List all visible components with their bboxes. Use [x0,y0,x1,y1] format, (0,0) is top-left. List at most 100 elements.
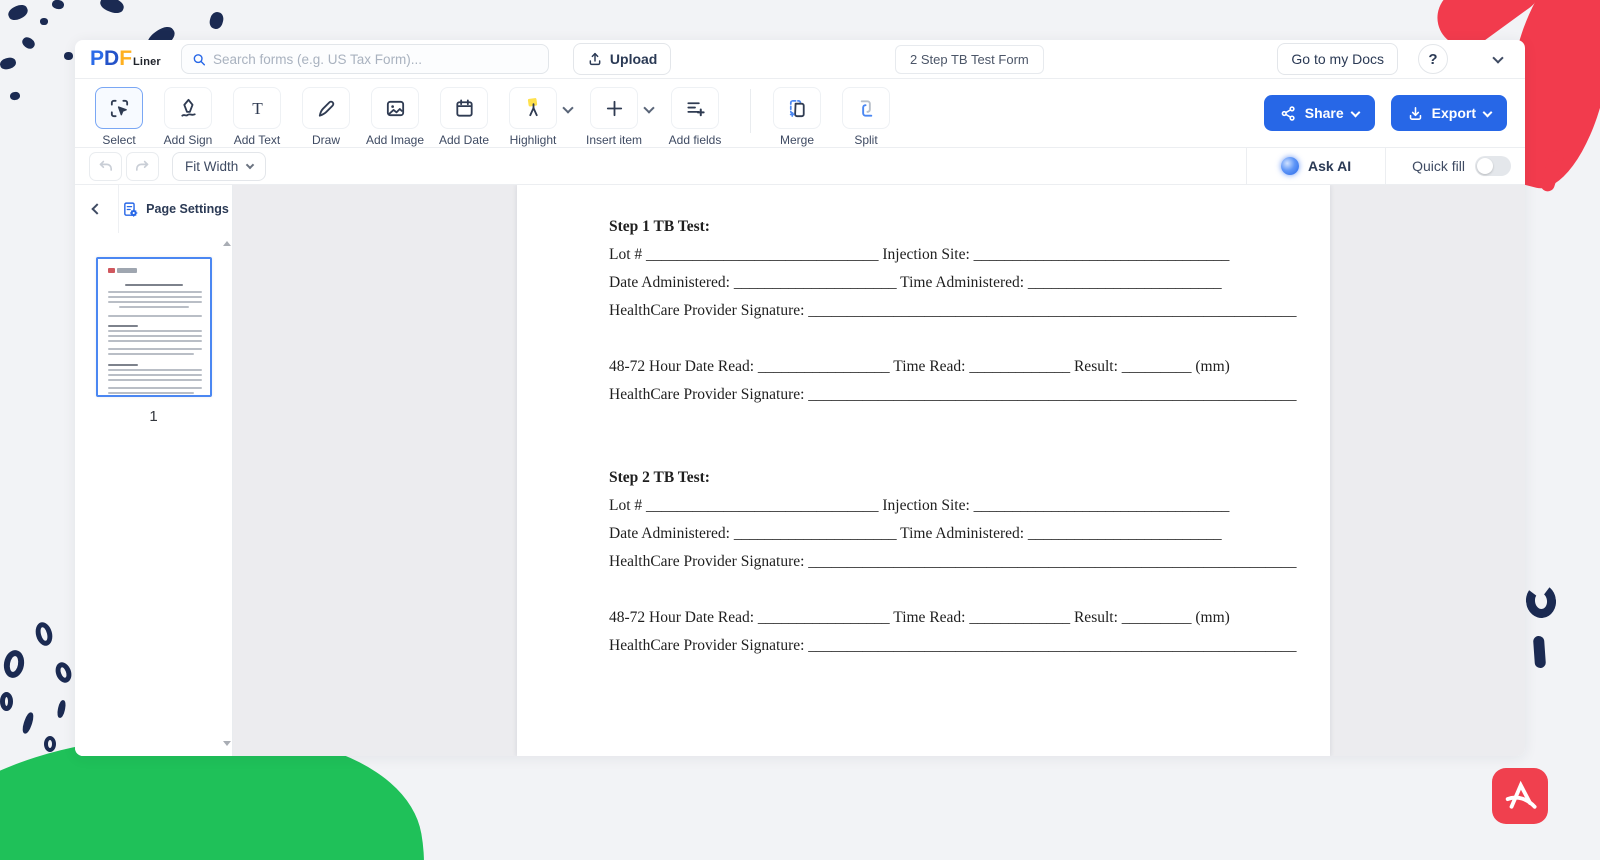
insert-item-icon [590,87,638,129]
draw-tool[interactable]: Draw [302,87,350,147]
upload-icon [587,51,603,67]
add-text-tool[interactable]: T Add Text [233,87,281,147]
document-page[interactable]: Step 1 TB Test:Lot # ___________________… [517,185,1330,756]
chevron-down-icon[interactable] [562,102,573,113]
doodle-dot [9,91,20,101]
add-image-label: Add Image [366,133,424,147]
undo-button[interactable] [89,152,122,181]
add-fields-icon [671,87,719,129]
form-line: Date Administered: _____________________… [609,520,1257,548]
page-settings-button[interactable]: Page Settings [119,201,232,218]
quick-fill-control: Quick fill [1386,148,1525,184]
export-button[interactable]: Export [1391,95,1507,131]
form-spacer [609,576,1257,604]
redo-button[interactable] [126,152,159,181]
chevron-down-icon[interactable] [643,102,654,113]
share-icon [1280,105,1297,122]
toolbar-tools: SelectAdd SignTAdd TextDrawAdd ImageAdd … [95,87,911,147]
form-section: Step 2 TB Test:Lot # ___________________… [609,464,1257,660]
doodle-dot [40,18,48,25]
quick-fill-toggle[interactable] [1475,156,1511,176]
help-button[interactable]: ? [1418,44,1448,74]
add-text-icon: T [233,87,281,129]
add-date-label: Add Date [439,133,489,147]
scroll-up-icon[interactable] [223,241,231,246]
add-image-tool[interactable]: Add Image [371,87,419,147]
app-window: PDFLiner Upload 2 Step TB Test Form Go t… [75,40,1525,756]
merge-tool[interactable]: Merge [773,87,821,147]
share-button[interactable]: Share [1264,95,1375,131]
highlight-icon [509,87,557,129]
toggle-knob [1477,158,1493,174]
select-label: Select [102,133,135,147]
split-tool[interactable]: Split [842,87,890,147]
collapse-sidebar-button[interactable] [75,185,119,233]
section-heading: Step 2 TB Test: [609,464,1257,492]
toolbar-divider [750,89,751,133]
ai-orb-icon [1281,157,1299,175]
page-thumbnail-wrap: 1 [75,257,232,425]
pdf-logo-badge [1492,768,1548,824]
zoom-select[interactable]: Fit Width [172,152,266,181]
select-icon [95,87,143,129]
chevron-down-icon [246,160,254,168]
go-to-docs-button[interactable]: Go to my Docs [1277,43,1398,75]
merge-icon [773,87,821,129]
pdfliner-logo[interactable]: PDFLiner [90,47,161,71]
add-date-tool[interactable]: Add Date [440,87,488,147]
search-form[interactable] [181,44,549,74]
form-line: 48-72 Hour Date Read: _________________ … [609,604,1257,632]
share-label: Share [1305,105,1344,121]
form-line: 48-72 Hour Date Read: _________________ … [609,353,1257,381]
form-line: HealthCare Provider Signature: _________… [609,381,1257,409]
add-sign-label: Add Sign [164,133,213,147]
ask-ai-button[interactable]: Ask AI [1247,148,1385,184]
sub-toolbar-right: Ask AI Quick fill [1246,148,1525,184]
chevron-down-icon [1350,107,1360,117]
select-tool[interactable]: Select [95,87,143,147]
logo-letter: Liner [133,56,161,68]
doodle-ring [2,648,27,679]
add-sign-tool[interactable]: Add Sign [164,87,212,147]
upload-button[interactable]: Upload [573,43,671,75]
split-icon [842,87,890,129]
toolbar: SelectAdd SignTAdd TextDrawAdd ImageAdd … [75,79,1525,148]
highlight-label: Highlight [510,133,557,147]
doodle-ring [33,620,55,647]
scroll-down-icon[interactable] [223,741,231,746]
page-thumbnail[interactable] [96,257,212,397]
sidebar-scrollbar[interactable] [221,233,231,752]
doodle-dot [64,52,73,60]
draw-icon [302,87,350,129]
add-text-label: Add Text [234,133,280,147]
page-settings-label: Page Settings [146,202,229,216]
add-date-icon [440,87,488,129]
content-area: Page Settings [75,185,1525,756]
doodle-dash [56,699,67,718]
document-content: Step 1 TB Test:Lot # ___________________… [517,185,1257,660]
page-settings-icon [122,201,139,218]
add-fields-label: Add fields [669,133,722,147]
add-fields-tool[interactable]: Add fields [671,87,719,147]
doodle-dot [20,35,36,51]
form-line: HealthCare Provider Signature: _________… [609,632,1257,660]
doodle-ring [0,692,13,711]
highlight-tool[interactable]: Highlight [509,87,557,147]
export-icon [1407,105,1424,122]
add-image-icon [371,87,419,129]
go-to-docs-label: Go to my Docs [1291,51,1384,67]
redo-icon [134,158,151,175]
search-input[interactable] [213,52,538,67]
form-line: Date Administered: _____________________… [609,269,1257,297]
undo-icon [97,158,114,175]
logo-letter: P [90,47,104,71]
insert-item-tool[interactable]: Insert item [590,87,638,147]
doodle-dash [1533,636,1546,669]
section-heading: Step 1 TB Test: [609,213,1257,241]
chevron-down-icon[interactable] [1492,52,1503,63]
header: PDFLiner Upload 2 Step TB Test Form Go t… [75,40,1525,79]
page-number: 1 [149,408,157,425]
quick-fill-label: Quick fill [1412,158,1465,174]
chevron-left-icon [91,203,102,214]
export-label: Export [1432,105,1476,121]
